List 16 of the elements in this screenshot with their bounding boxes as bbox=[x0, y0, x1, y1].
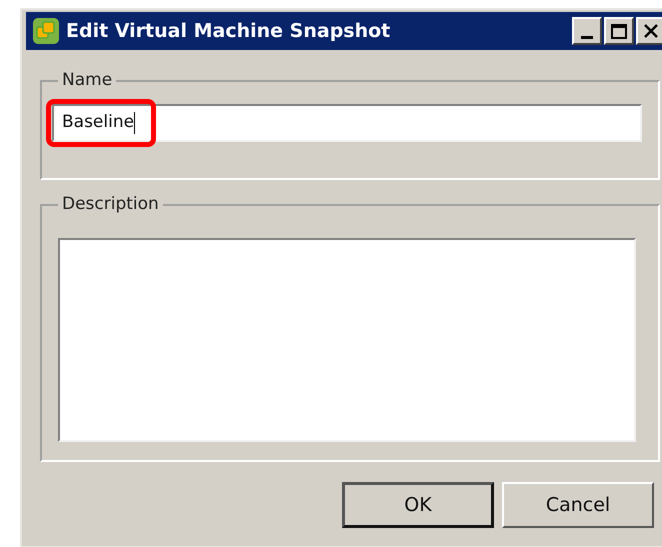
description-field[interactable] bbox=[58, 238, 636, 442]
window-title: Edit Virtual Machine Snapshot bbox=[66, 18, 390, 44]
description-label: Description bbox=[61, 193, 160, 216]
text-cursor bbox=[134, 112, 136, 134]
minimize-button[interactable] bbox=[572, 17, 602, 45]
ok-button[interactable]: OK bbox=[342, 482, 494, 528]
maximize-icon bbox=[611, 24, 627, 38]
close-button[interactable] bbox=[636, 17, 662, 45]
close-icon bbox=[643, 23, 659, 39]
app-icon bbox=[32, 17, 60, 45]
name-value: Baseline bbox=[62, 110, 134, 134]
maximize-button[interactable] bbox=[604, 17, 634, 45]
name-field[interactable]: Baseline bbox=[52, 104, 642, 142]
name-label: Name bbox=[61, 69, 114, 92]
minimize-icon bbox=[581, 36, 593, 39]
cancel-button[interactable]: Cancel bbox=[502, 482, 654, 528]
